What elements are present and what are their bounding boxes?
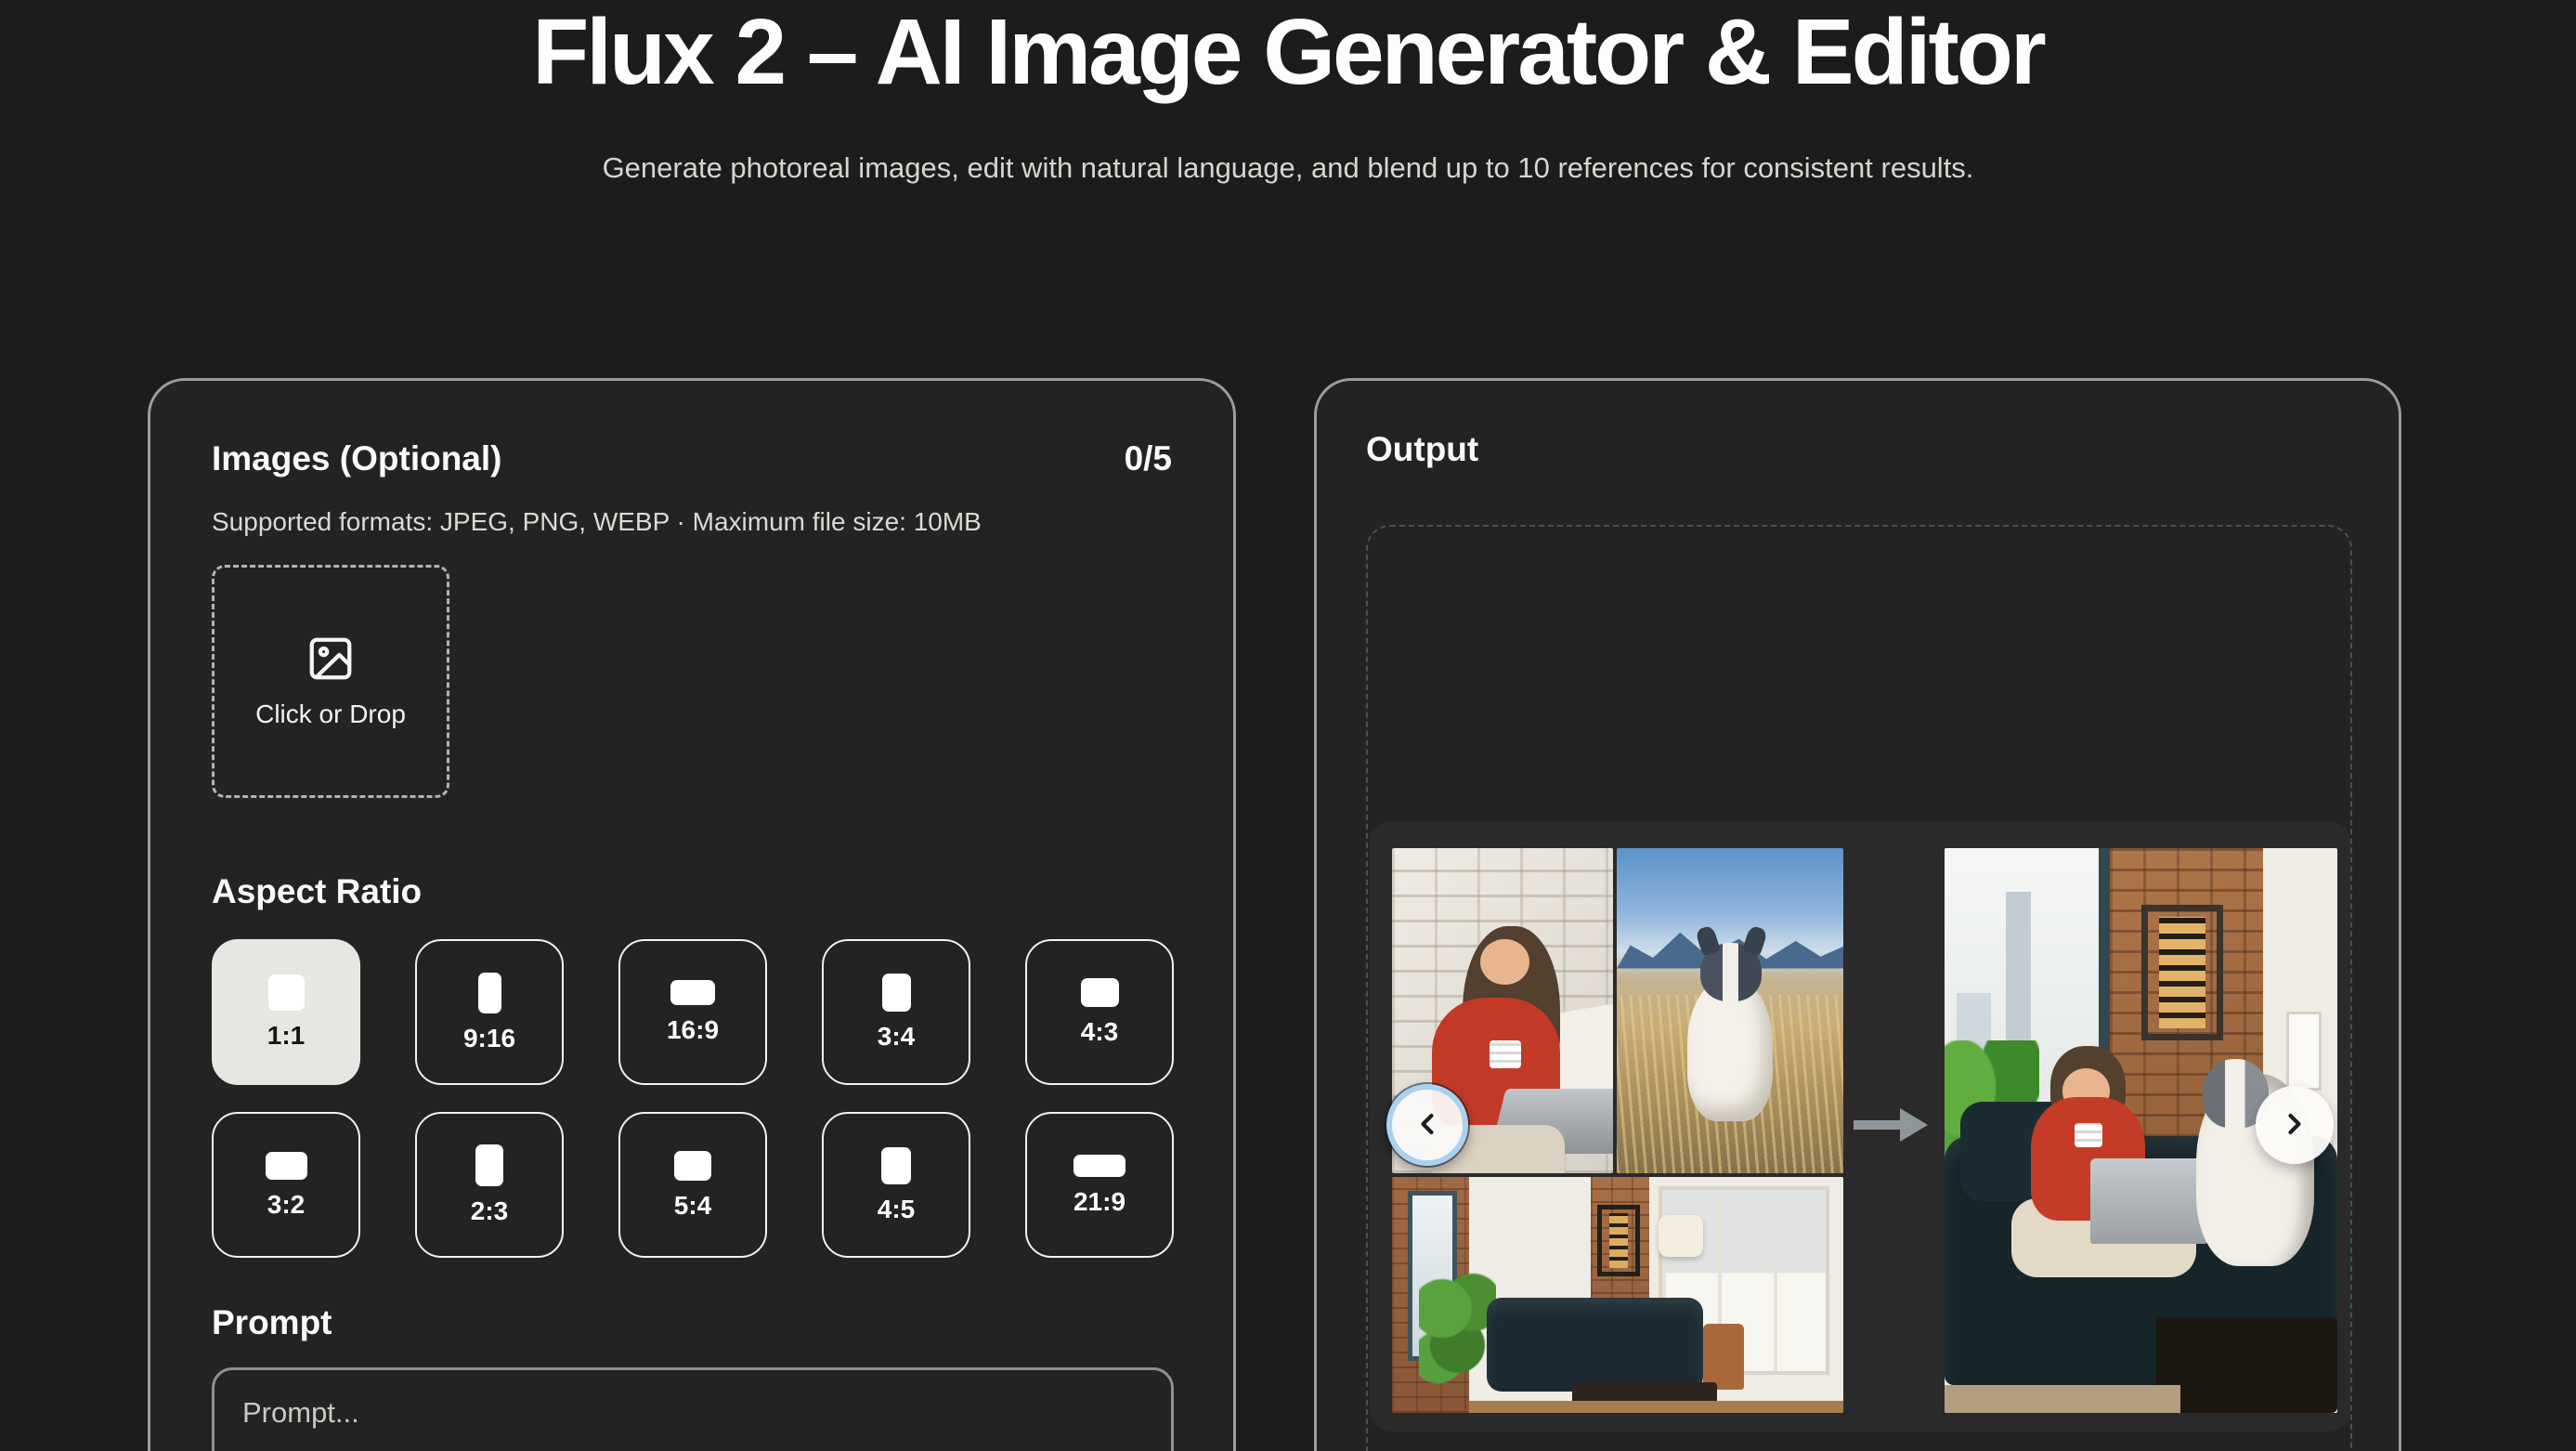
wall-art-shape xyxy=(2141,905,2224,1040)
rug-shape xyxy=(1945,1385,2180,1413)
page-title: Flux 2 – AI Image Generator & Editor xyxy=(0,0,2576,104)
wall-art-shape xyxy=(1597,1205,1640,1275)
images-counter: 0/5 xyxy=(1125,438,1172,479)
output-section-title: Output xyxy=(1366,429,1478,470)
coffee-mug-shape xyxy=(1490,1040,1521,1068)
chair-shape xyxy=(1703,1324,1744,1390)
carousel-next-button[interactable] xyxy=(2256,1086,2334,1164)
aspect-ratio-title: Aspect Ratio xyxy=(212,871,422,912)
ratio-button-3-4[interactable]: 3:4 xyxy=(822,939,970,1085)
reference-image-dog xyxy=(1617,848,1843,1173)
prompt-input[interactable] xyxy=(212,1367,1174,1451)
coffee-mug-shape xyxy=(2075,1123,2102,1147)
dropzone-label: Click or Drop xyxy=(255,699,406,729)
ratio-button-5-4[interactable]: 5:4 xyxy=(618,1112,767,1258)
chevron-right-icon xyxy=(2278,1107,2311,1144)
ratio-label: 3:4 xyxy=(878,1023,915,1051)
small-frame-shape xyxy=(2286,1012,2322,1091)
prompt-title: Prompt xyxy=(212,1302,332,1343)
output-placeholder-area xyxy=(1366,525,2352,1451)
ratio-3-4-icon xyxy=(882,974,911,1012)
aspect-ratio-grid: 1:1 9:16 16:9 3:4 4:3 3:2 xyxy=(212,939,1174,1258)
ratio-1-1-icon xyxy=(268,974,305,1011)
ratio-4-5-icon xyxy=(881,1147,911,1184)
example-carousel xyxy=(1370,821,2350,1431)
plant-shape xyxy=(1419,1272,1496,1394)
sofa-shape xyxy=(1487,1298,1703,1392)
ratio-label: 16:9 xyxy=(667,1016,719,1044)
ratio-button-4-5[interactable]: 4:5 xyxy=(822,1112,970,1258)
ratio-label: 3:2 xyxy=(267,1191,305,1219)
ratio-label: 4:3 xyxy=(1081,1018,1118,1046)
laptop-shape xyxy=(2090,1158,2208,1243)
ratio-button-3-2[interactable]: 3:2 xyxy=(212,1112,360,1258)
ratio-button-16-9[interactable]: 16:9 xyxy=(618,939,767,1085)
image-placeholder-icon xyxy=(306,634,356,688)
image-dropzone[interactable]: Click or Drop xyxy=(212,565,449,798)
ratio-button-2-3[interactable]: 2:3 xyxy=(415,1112,564,1258)
ratio-label: 2:3 xyxy=(471,1197,508,1225)
ratio-label: 4:5 xyxy=(878,1196,915,1223)
arrow-right-icon xyxy=(1852,1105,1930,1145)
ratio-button-9-16[interactable]: 9:16 xyxy=(415,939,564,1085)
chevron-left-icon xyxy=(1411,1107,1444,1144)
dog-head-shape xyxy=(1700,943,1762,1001)
output-card: Output xyxy=(1314,378,2401,1451)
ratio-2-3-icon xyxy=(475,1144,503,1186)
ratio-4-3-icon xyxy=(1081,978,1119,1007)
coffee-table-shape xyxy=(2156,1317,2337,1413)
woman-face-shape xyxy=(1480,939,1529,985)
ratio-5-4-icon xyxy=(674,1151,711,1181)
ratio-label: 21:9 xyxy=(1073,1188,1125,1216)
ratio-button-21-9[interactable]: 21:9 xyxy=(1025,1112,1174,1258)
ratio-label: 9:16 xyxy=(463,1025,515,1052)
ratio-9-16-icon xyxy=(478,973,501,1013)
ratio-button-4-3[interactable]: 4:3 xyxy=(1025,939,1174,1085)
reference-image-room xyxy=(1392,1177,1843,1413)
ratio-16-9-icon xyxy=(670,980,715,1005)
floor-lamp-shape xyxy=(1659,1215,1704,1258)
ratio-21-9-icon xyxy=(1073,1155,1125,1177)
page-subtitle: Generate photoreal images, edit with nat… xyxy=(578,147,1998,190)
supported-formats-note: Supported formats: JPEG, PNG, WEBP · Max… xyxy=(212,507,982,537)
carousel-prev-button[interactable] xyxy=(1386,1084,1468,1166)
images-settings-card: Images (Optional) 0/5 Supported formats:… xyxy=(148,378,1236,1451)
flux2-page: Flux 2 – AI Image Generator & Editor Gen… xyxy=(0,0,2576,1451)
floor-shape xyxy=(1469,1401,1843,1413)
ratio-label: 1:1 xyxy=(267,1022,305,1050)
ratio-3-2-icon xyxy=(266,1152,307,1180)
ratio-label: 5:4 xyxy=(674,1192,711,1220)
ratio-button-1-1[interactable]: 1:1 xyxy=(212,939,360,1085)
images-section-title: Images (Optional) xyxy=(212,438,501,479)
